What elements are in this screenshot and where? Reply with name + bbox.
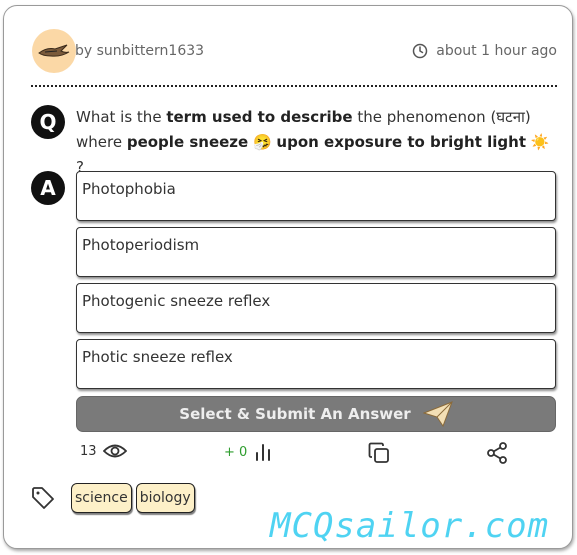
- votes-stat[interactable]: + 0: [224, 442, 273, 462]
- question-badge: Q: [31, 105, 65, 139]
- views-count: 13: [80, 443, 97, 459]
- answer-badge: A: [31, 171, 65, 205]
- views-stat: 13: [80, 442, 127, 460]
- option-1[interactable]: Photophobia: [76, 171, 556, 221]
- bird-icon: [38, 44, 70, 57]
- share-icon: [487, 442, 507, 464]
- tag-list: science biology: [71, 483, 195, 513]
- watermark-logo: MCQsailor.com: [270, 506, 550, 546]
- avatar[interactable]: [32, 29, 76, 73]
- tag-icon: [32, 487, 54, 509]
- clock-icon: [413, 43, 428, 59]
- sneeze-emoji: 🤧: [248, 133, 277, 151]
- option-2[interactable]: Photoperiodism: [76, 227, 556, 277]
- eye-icon: [102, 444, 127, 458]
- share-button[interactable]: [486, 442, 508, 464]
- votes-count: + 0: [224, 444, 248, 460]
- timestamp-text: about 1 hour ago: [436, 43, 557, 59]
- author-name[interactable]: by sunbittern1633: [75, 43, 204, 59]
- tags-row: science biology: [31, 483, 195, 513]
- submit-label: Select & Submit An Answer: [179, 405, 411, 423]
- timestamp: about 1 hour ago: [412, 43, 557, 59]
- question-bold-part: term used to describe: [166, 108, 353, 126]
- answer-options: Photophobia Photoperiodism Photogenic sn…: [76, 171, 556, 395]
- copy-icon: [368, 442, 389, 463]
- tag-science[interactable]: science: [71, 483, 132, 513]
- card-header: by sunbittern1633 about 1 hour ago: [32, 24, 557, 74]
- stats-bar: 13 + 0: [76, 438, 556, 468]
- tag-biology[interactable]: biology: [135, 483, 195, 513]
- option-3[interactable]: Photogenic sneeze reflex: [76, 283, 556, 333]
- option-4[interactable]: Photic sneeze reflex: [76, 339, 556, 389]
- submit-button[interactable]: Select & Submit An Answer: [76, 396, 556, 432]
- question-text: What is the term used to describe the ph…: [76, 105, 556, 180]
- header-divider: [31, 85, 557, 87]
- question-bold-part: people sneeze: [126, 133, 249, 151]
- question-bold-part: upon exposure to bright light: [276, 133, 526, 151]
- question-part: What is the: [76, 108, 167, 126]
- copy-button[interactable]: [368, 442, 390, 464]
- bar-chart-icon: [256, 444, 271, 461]
- question-card: by sunbittern1633 about 1 hour ago Q Wha…: [3, 5, 573, 549]
- paper-plane-icon: [422, 401, 453, 427]
